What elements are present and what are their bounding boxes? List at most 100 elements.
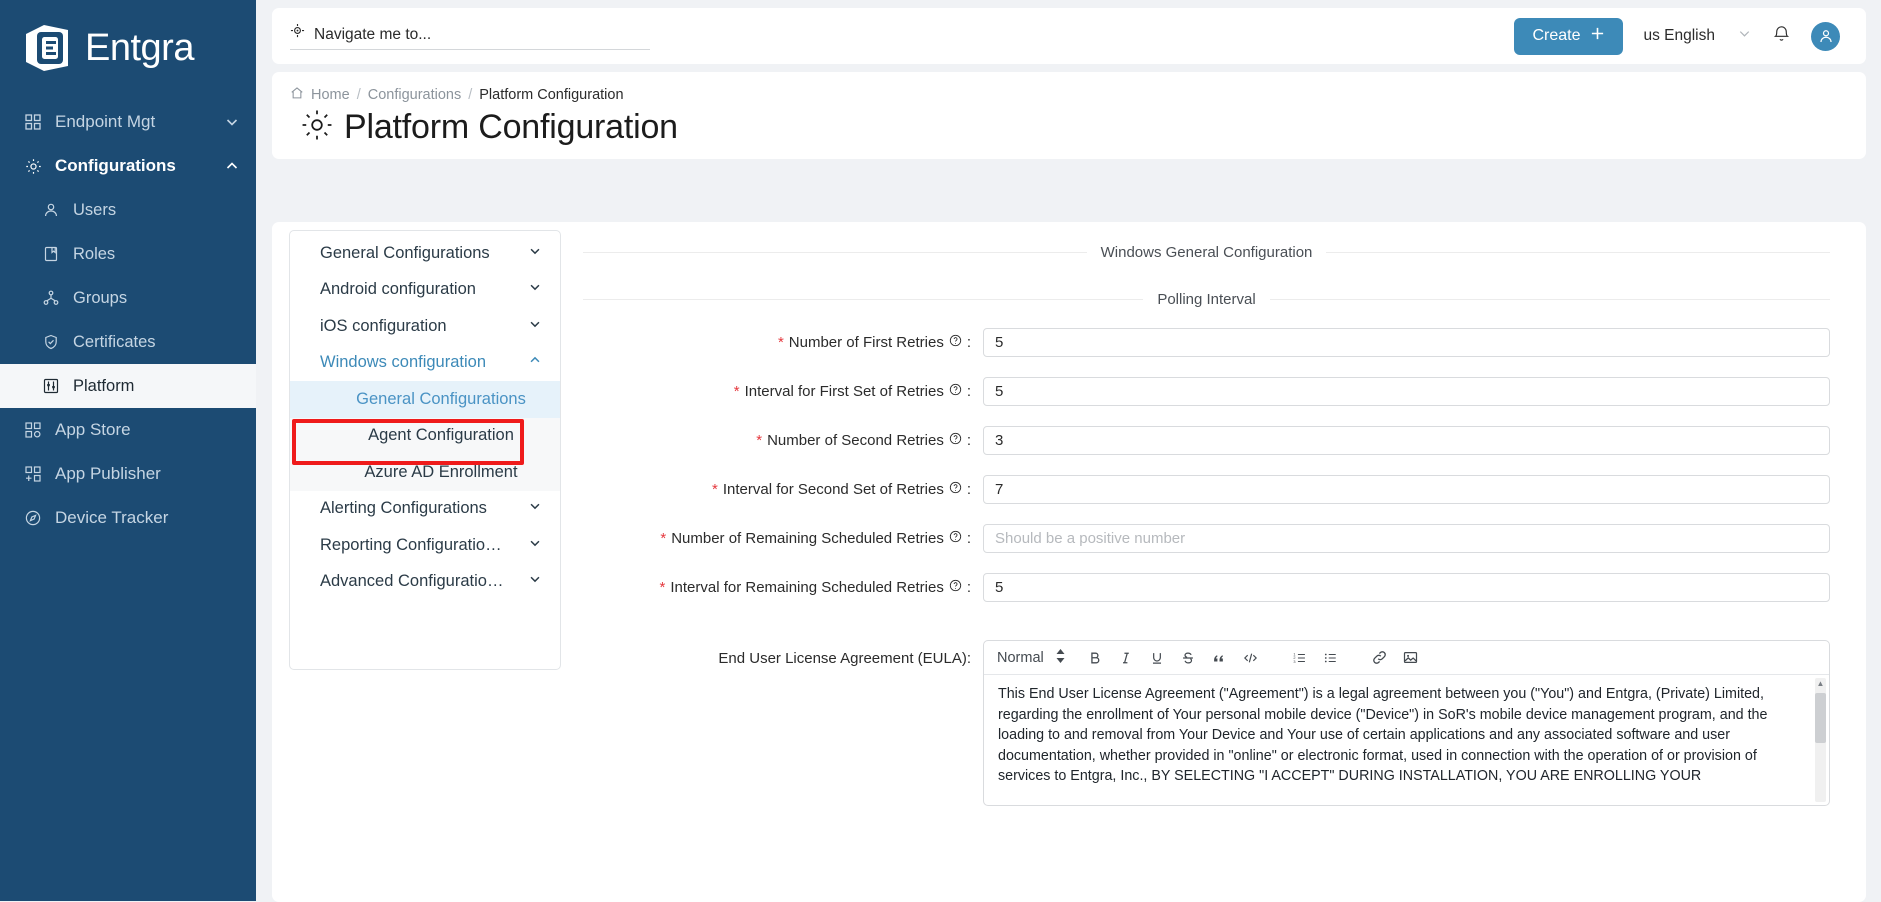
field-label-text: Interval for Second Set of Retries — [722, 481, 944, 498]
sidebar-item-device-tracker[interactable]: Device Tracker — [0, 496, 256, 540]
chevron-updown-icon — [1055, 648, 1066, 667]
field-label-text: Number of Remaining Scheduled Retries — [671, 530, 944, 547]
sidebar-item-groups[interactable]: Groups — [0, 276, 256, 320]
cfg-group-reporting-configurations[interactable]: Reporting Configuratio… — [290, 527, 560, 564]
cfg-item-agent-configuration[interactable]: Agent Configuration — [290, 418, 560, 455]
image-icon[interactable] — [1398, 645, 1423, 670]
cfg-item-azure-ad-enrollment[interactable]: Azure AD Enrollment — [290, 454, 560, 491]
cfg-item-label: Azure AD Enrollment — [364, 462, 518, 481]
field-label-colon: : — [966, 334, 971, 351]
create-button[interactable]: Create — [1514, 17, 1624, 55]
sidebar-item-label: Groups — [73, 288, 128, 307]
field-label-colon: : — [966, 579, 971, 596]
brand-name: Entgra — [85, 27, 194, 69]
sidebar-item-users[interactable]: Users — [0, 188, 256, 232]
page-head-card: Home / Configurations / Platform Configu… — [272, 72, 1866, 159]
chevron-down-icon[interactable] — [224, 114, 240, 130]
grid-icon — [22, 114, 44, 130]
required-asterisk: * — [659, 579, 666, 596]
link-icon[interactable] — [1367, 645, 1392, 670]
eula-scrollbar[interactable]: ▲ — [1815, 678, 1826, 802]
notifications-bell-icon[interactable] — [1772, 24, 1791, 48]
cfg-group-general-configurations[interactable]: General Configurations — [290, 235, 560, 272]
cfg-group-advanced-configurations[interactable]: Advanced Configuratio… — [290, 564, 560, 601]
chevron-down-icon — [528, 280, 542, 299]
breadcrumb-home[interactable]: Home — [311, 87, 350, 103]
app-add-icon — [22, 466, 44, 482]
strikethrough-icon[interactable] — [1176, 645, 1201, 670]
plus-icon — [1590, 26, 1605, 46]
blockquote-icon[interactable] — [1207, 645, 1232, 670]
cfg-group-label: Alerting Configurations — [320, 499, 487, 518]
search-input[interactable] — [314, 25, 614, 44]
chevron-up-icon[interactable] — [224, 158, 240, 174]
bold-icon[interactable] — [1083, 645, 1108, 670]
sidebar-item-app-publisher[interactable]: App Publisher — [0, 452, 256, 496]
italic-icon[interactable] — [1114, 645, 1139, 670]
format-dropdown[interactable]: Normal — [997, 648, 1066, 667]
divider-line — [583, 299, 1144, 300]
help-icon[interactable] — [949, 481, 962, 498]
help-icon[interactable] — [949, 579, 962, 596]
help-icon[interactable] — [949, 530, 962, 547]
navigate-target-icon — [290, 23, 305, 43]
divider-line — [583, 252, 1087, 253]
cfg-group-android-configuration[interactable]: Android configuration — [290, 272, 560, 309]
cfg-item-general-configurations[interactable]: General Configurations — [290, 381, 560, 418]
input-interval-for-remaining-scheduled-retries[interactable] — [983, 573, 1830, 602]
scroll-up-arrow-icon[interactable]: ▲ — [1816, 679, 1825, 688]
cfg-group-label: Advanced Configuratio… — [320, 572, 504, 591]
sidebar-item-endpoint-mgt[interactable]: Endpoint Mgt — [0, 100, 256, 144]
input-interval-for-first-set-of-retries[interactable] — [983, 377, 1830, 406]
help-icon[interactable] — [949, 432, 962, 449]
field-row-number-of-remaining-scheduled-retries: * Number of Remaining Scheduled Retries … — [583, 524, 1830, 553]
sidebar-item-configurations[interactable]: Configurations — [0, 144, 256, 188]
cfg-group-label: Windows configuration — [320, 353, 486, 372]
avatar[interactable] — [1811, 21, 1840, 51]
cfg-group-alerting-configurations[interactable]: Alerting Configurations — [290, 491, 560, 528]
brand-logo-area[interactable]: Entgra — [0, 0, 256, 96]
language-selector[interactable]: us English — [1643, 26, 1752, 46]
sidebar-item-platform[interactable]: Platform — [0, 364, 256, 408]
breadcrumb-separator: / — [356, 87, 361, 103]
cfg-item-label: General Configurations — [356, 389, 526, 408]
format-dropdown-label: Normal — [997, 649, 1044, 666]
sliders-icon — [40, 378, 62, 394]
sidebar-item-app-store[interactable]: App Store — [0, 408, 256, 452]
input-number-of-remaining-scheduled-retries[interactable] — [983, 524, 1830, 553]
help-icon[interactable] — [949, 383, 962, 400]
sidebar-item-label: Configurations — [55, 156, 176, 175]
chevron-down-icon — [528, 499, 542, 518]
sidebar-item-label: Device Tracker — [55, 508, 169, 527]
field-label: * Interval for Second Set of Retries : — [583, 481, 983, 498]
eula-editor-toolbar: Normal 1 2 3 — [984, 641, 1829, 675]
input-interval-for-second-set-of-retries[interactable] — [983, 475, 1830, 504]
scrollbar-thumb[interactable] — [1815, 693, 1826, 743]
chevron-down-icon — [528, 244, 542, 263]
input-number-of-first-retries[interactable] — [983, 328, 1830, 357]
sidebar-item-roles[interactable]: Roles — [0, 232, 256, 276]
chevron-down-icon — [528, 317, 542, 336]
bullet-list-icon[interactable] — [1318, 645, 1343, 670]
breadcrumb-configurations[interactable]: Configurations — [368, 87, 462, 103]
user-icon — [40, 202, 62, 218]
ordered-list-icon[interactable]: 1 2 3 — [1287, 645, 1312, 670]
help-icon[interactable] — [949, 334, 962, 351]
cfg-group-windows-configuration[interactable]: Windows configuration — [290, 345, 560, 382]
field-label: * Interval for Remaining Scheduled Retri… — [583, 579, 983, 596]
entgra-logo-icon — [22, 22, 72, 74]
subsection-title: Polling Interval — [1157, 291, 1256, 308]
input-number-of-second-retries[interactable] — [983, 426, 1830, 455]
sidebar-item-certificates[interactable]: Certificates — [0, 320, 256, 364]
cfg-group-ios-configuration[interactable]: iOS configuration — [290, 308, 560, 345]
group-icon — [40, 290, 62, 306]
required-asterisk: * — [733, 383, 740, 400]
navigate-search[interactable] — [290, 23, 650, 50]
eula-editor-body[interactable]: This End User License Agreement ("Agreem… — [984, 675, 1829, 805]
eula-row: End User License Agreement (EULA): Norma… — [583, 640, 1830, 806]
underline-icon[interactable] — [1145, 645, 1170, 670]
field-row-interval-for-remaining-scheduled-retries: * Interval for Remaining Scheduled Retri… — [583, 573, 1830, 602]
home-icon[interactable] — [290, 86, 304, 104]
code-icon[interactable] — [1238, 645, 1263, 670]
field-label-colon: : — [966, 481, 971, 498]
